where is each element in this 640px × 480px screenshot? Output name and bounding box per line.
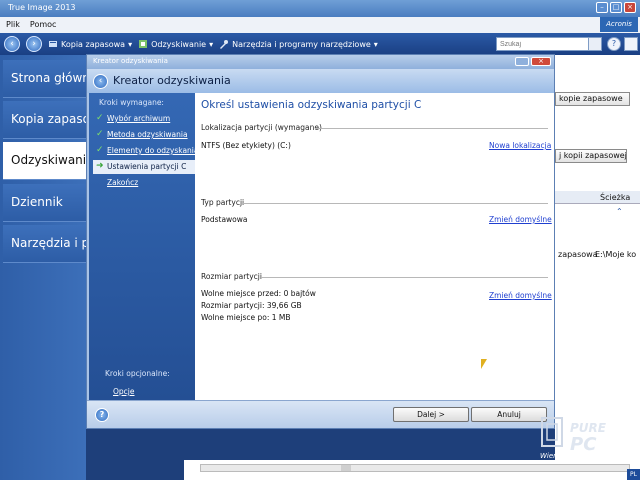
options-link[interactable]: Opcje bbox=[113, 387, 135, 396]
step-archive-selection[interactable]: ✓ Wybór archiwum bbox=[93, 112, 195, 126]
divider bbox=[243, 203, 548, 204]
language-indicator[interactable]: PL bbox=[627, 469, 640, 480]
dialog-window-controls: × bbox=[515, 57, 551, 66]
section-location-header: Lokalizacja partycji (wymagane) bbox=[201, 123, 322, 132]
help-icon[interactable]: ? bbox=[95, 408, 109, 422]
dialog-title-bar: Kreator odzyskiwania × bbox=[87, 55, 554, 69]
toolbar-backup-label: Kopia zapasowa bbox=[61, 39, 126, 49]
table-header: Ścieżka bbox=[555, 191, 640, 204]
nav-item-log[interactable]: Dziennik bbox=[3, 184, 89, 222]
free-space-before: Wolne miejsce przed: 0 bajtów bbox=[201, 289, 316, 298]
watermark-slogan: Wiemy, co się kręci ! bbox=[540, 452, 613, 460]
recovery-wizard-dialog: Kreator odzyskiwania × ‹ Kreator odzyski… bbox=[86, 54, 555, 429]
column-header-path[interactable]: Ścieżka bbox=[600, 193, 630, 202]
wizard-steps: Kroki wymagane: ✓ Wybór archiwum ✓ Metoda … bbox=[89, 93, 199, 400]
dialog-restore-button[interactable] bbox=[515, 57, 529, 66]
step-label: Ustawienia partycji C bbox=[107, 162, 187, 171]
chevron-down-icon: ▾ bbox=[209, 39, 214, 49]
recovery-icon bbox=[139, 40, 148, 48]
check-icon: ✓ bbox=[96, 129, 104, 139]
divider bbox=[261, 277, 548, 278]
scrollbar-thumb[interactable] bbox=[341, 465, 351, 471]
menu-bar: Plik Pomoc bbox=[0, 17, 640, 33]
mouse-cursor-icon bbox=[481, 359, 487, 369]
nav-item-home[interactable]: Strona główna bbox=[3, 60, 89, 98]
dialog-close-button[interactable]: × bbox=[531, 57, 551, 66]
step-items-to-recover[interactable]: ✓ Elementy do odzyskania bbox=[93, 144, 199, 158]
cancel-button[interactable]: Anuluj bbox=[471, 407, 547, 422]
backup-list-button[interactable]: kopie zapasowe bbox=[555, 92, 630, 106]
dialog-header: ‹ Kreator odzyskiwania bbox=[87, 69, 554, 93]
back-arrow-icon[interactable]: ‹ bbox=[93, 74, 108, 89]
tools-icon bbox=[220, 40, 229, 49]
step-label: Elementy do odzyskania bbox=[107, 146, 199, 155]
wizard-content-panel: Określ ustawienia odzyskiwania partycji … bbox=[195, 93, 554, 400]
step-label: Wybór archiwum bbox=[107, 114, 171, 123]
search-icon[interactable] bbox=[588, 37, 602, 51]
forward-arrow-icon[interactable]: › bbox=[26, 36, 42, 52]
section-size-header: Rozmiar partycji bbox=[201, 272, 262, 281]
app-title: True Image 2013 bbox=[8, 3, 76, 12]
purepc-logo-icon: PURE PC bbox=[541, 417, 607, 455]
svg-text:PC: PC bbox=[570, 434, 597, 454]
check-icon: ✓ bbox=[96, 113, 104, 123]
more-icon[interactable] bbox=[624, 37, 638, 51]
search-input[interactable] bbox=[496, 37, 602, 51]
table-cell-path: E:\Moje ko bbox=[595, 250, 637, 259]
menu-help[interactable]: Pomoc bbox=[30, 20, 57, 30]
change-size-link[interactable]: Zmień domyślne bbox=[489, 291, 552, 300]
brand-logo: Acronis bbox=[600, 17, 638, 32]
watermark-logo: PURE PC bbox=[540, 410, 640, 470]
menu-file[interactable]: Plik bbox=[6, 20, 20, 30]
location-value: NTFS (Bez etykiety) (C:) bbox=[201, 141, 291, 150]
window-controls: – □ × bbox=[596, 2, 636, 13]
toolbar-recovery-label: Odzyskiwanie bbox=[151, 39, 207, 49]
partition-size: Rozmiar partycji: 39,66 GB bbox=[201, 301, 302, 310]
help-icon[interactable]: ? bbox=[607, 37, 621, 51]
toolbar-tools[interactable]: Narzędzia i programy narzędziowe ▾ bbox=[219, 39, 378, 49]
divider bbox=[315, 128, 548, 129]
next-button[interactable]: Dalej > bbox=[393, 407, 469, 422]
check-icon: ✓ bbox=[96, 145, 104, 155]
back-arrow-icon[interactable]: ‹ bbox=[4, 36, 20, 52]
section-type-header: Typ partycji bbox=[201, 198, 245, 207]
chevron-down-icon: ▾ bbox=[128, 39, 133, 49]
close-button[interactable]: × bbox=[624, 2, 636, 13]
step-label: Zakończ bbox=[107, 178, 139, 187]
free-space-after: Wolne miejsce po: 1 MB bbox=[201, 313, 291, 322]
optional-steps-label: Kroki opcjonalne: bbox=[105, 369, 170, 378]
toolbar-recovery[interactable]: Odzyskiwanie ▾ bbox=[138, 39, 213, 49]
dialog-footer: ? Dalej > Anuluj bbox=[87, 400, 554, 428]
toolbar-tools-label: Narzędzia i programy narzędziowe bbox=[232, 39, 371, 49]
table-cell-type: zapasowa bbox=[558, 250, 598, 259]
nav-item-backup[interactable]: Kopia zapasowa bbox=[3, 101, 89, 139]
new-location-link[interactable]: Nowa lokalizacja bbox=[489, 141, 551, 150]
svg-text:PURE: PURE bbox=[570, 421, 607, 435]
dialog-header-title: Kreator odzyskiwania bbox=[113, 74, 231, 87]
page-title: Określ ustawienia odzyskiwania partycji … bbox=[201, 99, 422, 111]
app-title-bar: True Image 2013 – □ × bbox=[0, 0, 640, 17]
browse-backup-button[interactable]: j kopii zapasowej... bbox=[555, 149, 627, 163]
step-label: Metoda odzyskiwania bbox=[107, 130, 188, 139]
required-steps-label: Kroki wymagane: bbox=[99, 98, 164, 107]
maximize-button[interactable]: □ bbox=[610, 2, 622, 13]
type-value: Podstawowa bbox=[201, 215, 248, 224]
minimize-button[interactable]: – bbox=[596, 2, 608, 13]
dialog-title: Kreator odzyskiwania bbox=[93, 57, 168, 65]
sort-icon[interactable]: ⌃ bbox=[616, 207, 623, 216]
arrow-right-icon: ➜ bbox=[96, 161, 104, 171]
step-partition-settings[interactable]: ➜ Ustawienia partycji C bbox=[93, 160, 195, 174]
step-recovery-method[interactable]: ✓ Metoda odzyskiwania bbox=[93, 128, 195, 142]
change-type-link[interactable]: Zmień domyślne bbox=[489, 215, 552, 224]
step-finish[interactable]: Zakończ bbox=[93, 176, 195, 190]
toolbar-backup[interactable]: Kopia zapasowa ▾ bbox=[48, 39, 132, 49]
backup-icon bbox=[49, 41, 57, 47]
nav-item-recovery[interactable]: Odzyskiwanie bbox=[3, 142, 89, 180]
nav-item-tools[interactable]: Narzędzia i programy bbox=[3, 225, 89, 263]
chevron-down-icon: ▾ bbox=[373, 39, 378, 49]
